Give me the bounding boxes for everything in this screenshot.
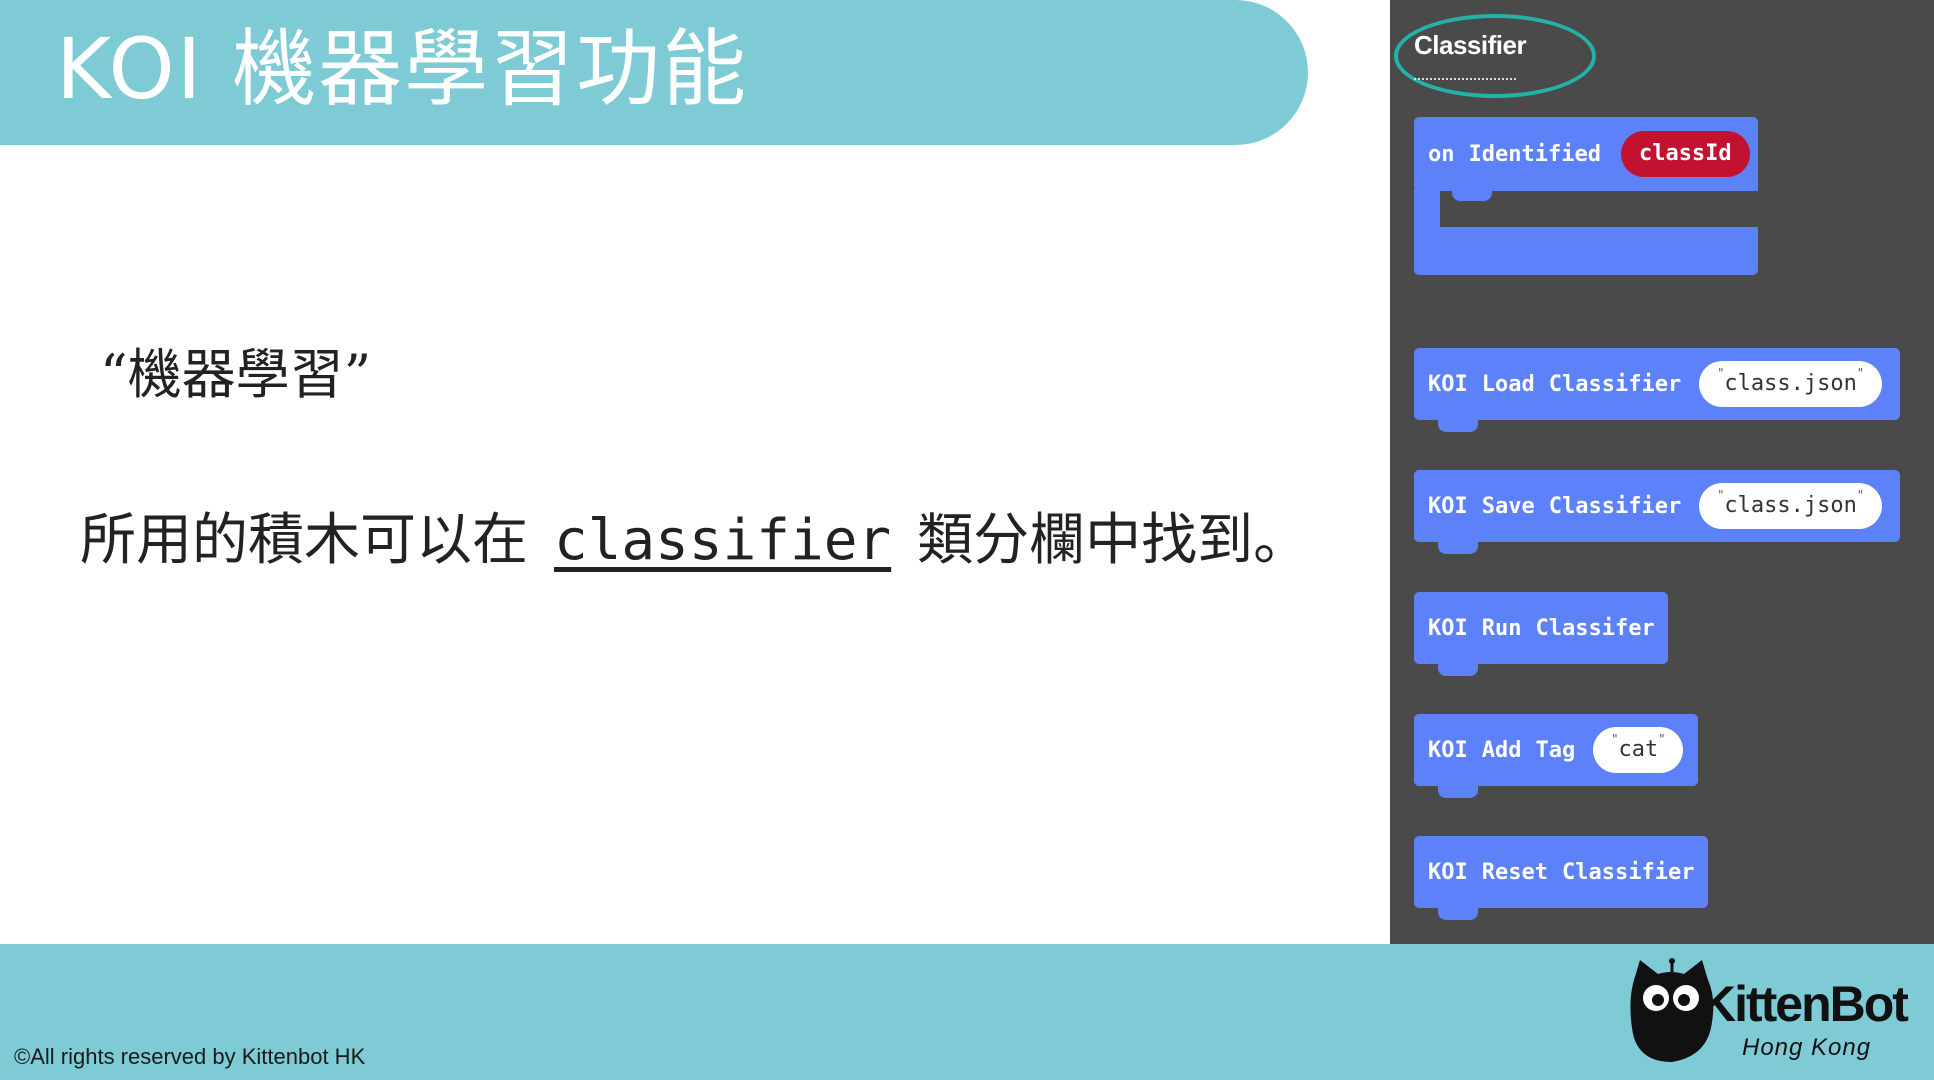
section-heading: “機器學習”	[100, 343, 372, 406]
load-filename-input[interactable]: "class.json"	[1699, 361, 1883, 407]
block-word: Classifier	[1561, 859, 1695, 885]
block-palette-panel: Classifier on Identified classId KOI Loa…	[1390, 0, 1934, 944]
block-word: KOI	[1428, 615, 1468, 641]
koi-save-classifier-block[interactable]: KOI Save Classifier "class.json"	[1414, 470, 1900, 554]
block-word: Run	[1481, 615, 1522, 641]
block-word: Classifer	[1535, 615, 1655, 641]
koi-load-classifier-block[interactable]: KOI Load Classifier "class.json"	[1414, 348, 1900, 432]
save-filename-input[interactable]: "class.json"	[1699, 483, 1883, 529]
on-identified-bottom	[1414, 227, 1758, 275]
block-word: KOI	[1428, 371, 1468, 397]
body-text-before: 所用的積木可以在	[80, 508, 528, 573]
tag-name-input[interactable]: "cat"	[1593, 727, 1684, 773]
category-underline	[1414, 78, 1516, 80]
block-word: Identified	[1468, 141, 1601, 167]
block-word: Tag	[1535, 737, 1576, 763]
kittenbot-logo-text: KittenBot	[1700, 976, 1909, 1032]
category-label-classifier[interactable]: Classifier	[1414, 30, 1527, 61]
block-word: Reset	[1481, 859, 1548, 885]
block-word: Save	[1481, 493, 1535, 519]
classid-variable[interactable]: classId	[1620, 131, 1750, 177]
kittenbot-logo-subtitle: Hong Kong	[1742, 1034, 1872, 1061]
body-text-after: 類分欄中找到。	[917, 508, 1310, 573]
block-word: Add	[1481, 737, 1522, 763]
block-word: Load	[1481, 371, 1535, 397]
block-word: Classifier	[1548, 371, 1682, 397]
block-word: KOI	[1428, 737, 1468, 763]
koi-add-tag-block[interactable]: KOI Add Tag "cat"	[1414, 714, 1698, 798]
classifier-keyword: classifier	[554, 508, 892, 573]
koi-reset-classifier-block[interactable]: KOI Reset Classifier	[1414, 836, 1708, 920]
page-title: KOI 機器學習功能	[56, 20, 749, 118]
on-identified-arm	[1414, 189, 1440, 229]
copyright-text: ©All rights reserved by Kittenbot HK	[14, 1044, 366, 1069]
on-identified-slot-notch	[1452, 189, 1492, 201]
koi-run-classifier-block[interactable]: KOI Run Classifer	[1414, 592, 1668, 676]
block-word: KOI	[1428, 493, 1468, 519]
on-identified-block[interactable]: on Identified classId	[1414, 117, 1758, 191]
block-word: Classifier	[1548, 493, 1682, 519]
block-word: on	[1428, 141, 1455, 167]
block-word: KOI	[1428, 859, 1468, 885]
body-text: 所用的積木可以在 classifier 類分欄中找到。	[80, 495, 1309, 576]
